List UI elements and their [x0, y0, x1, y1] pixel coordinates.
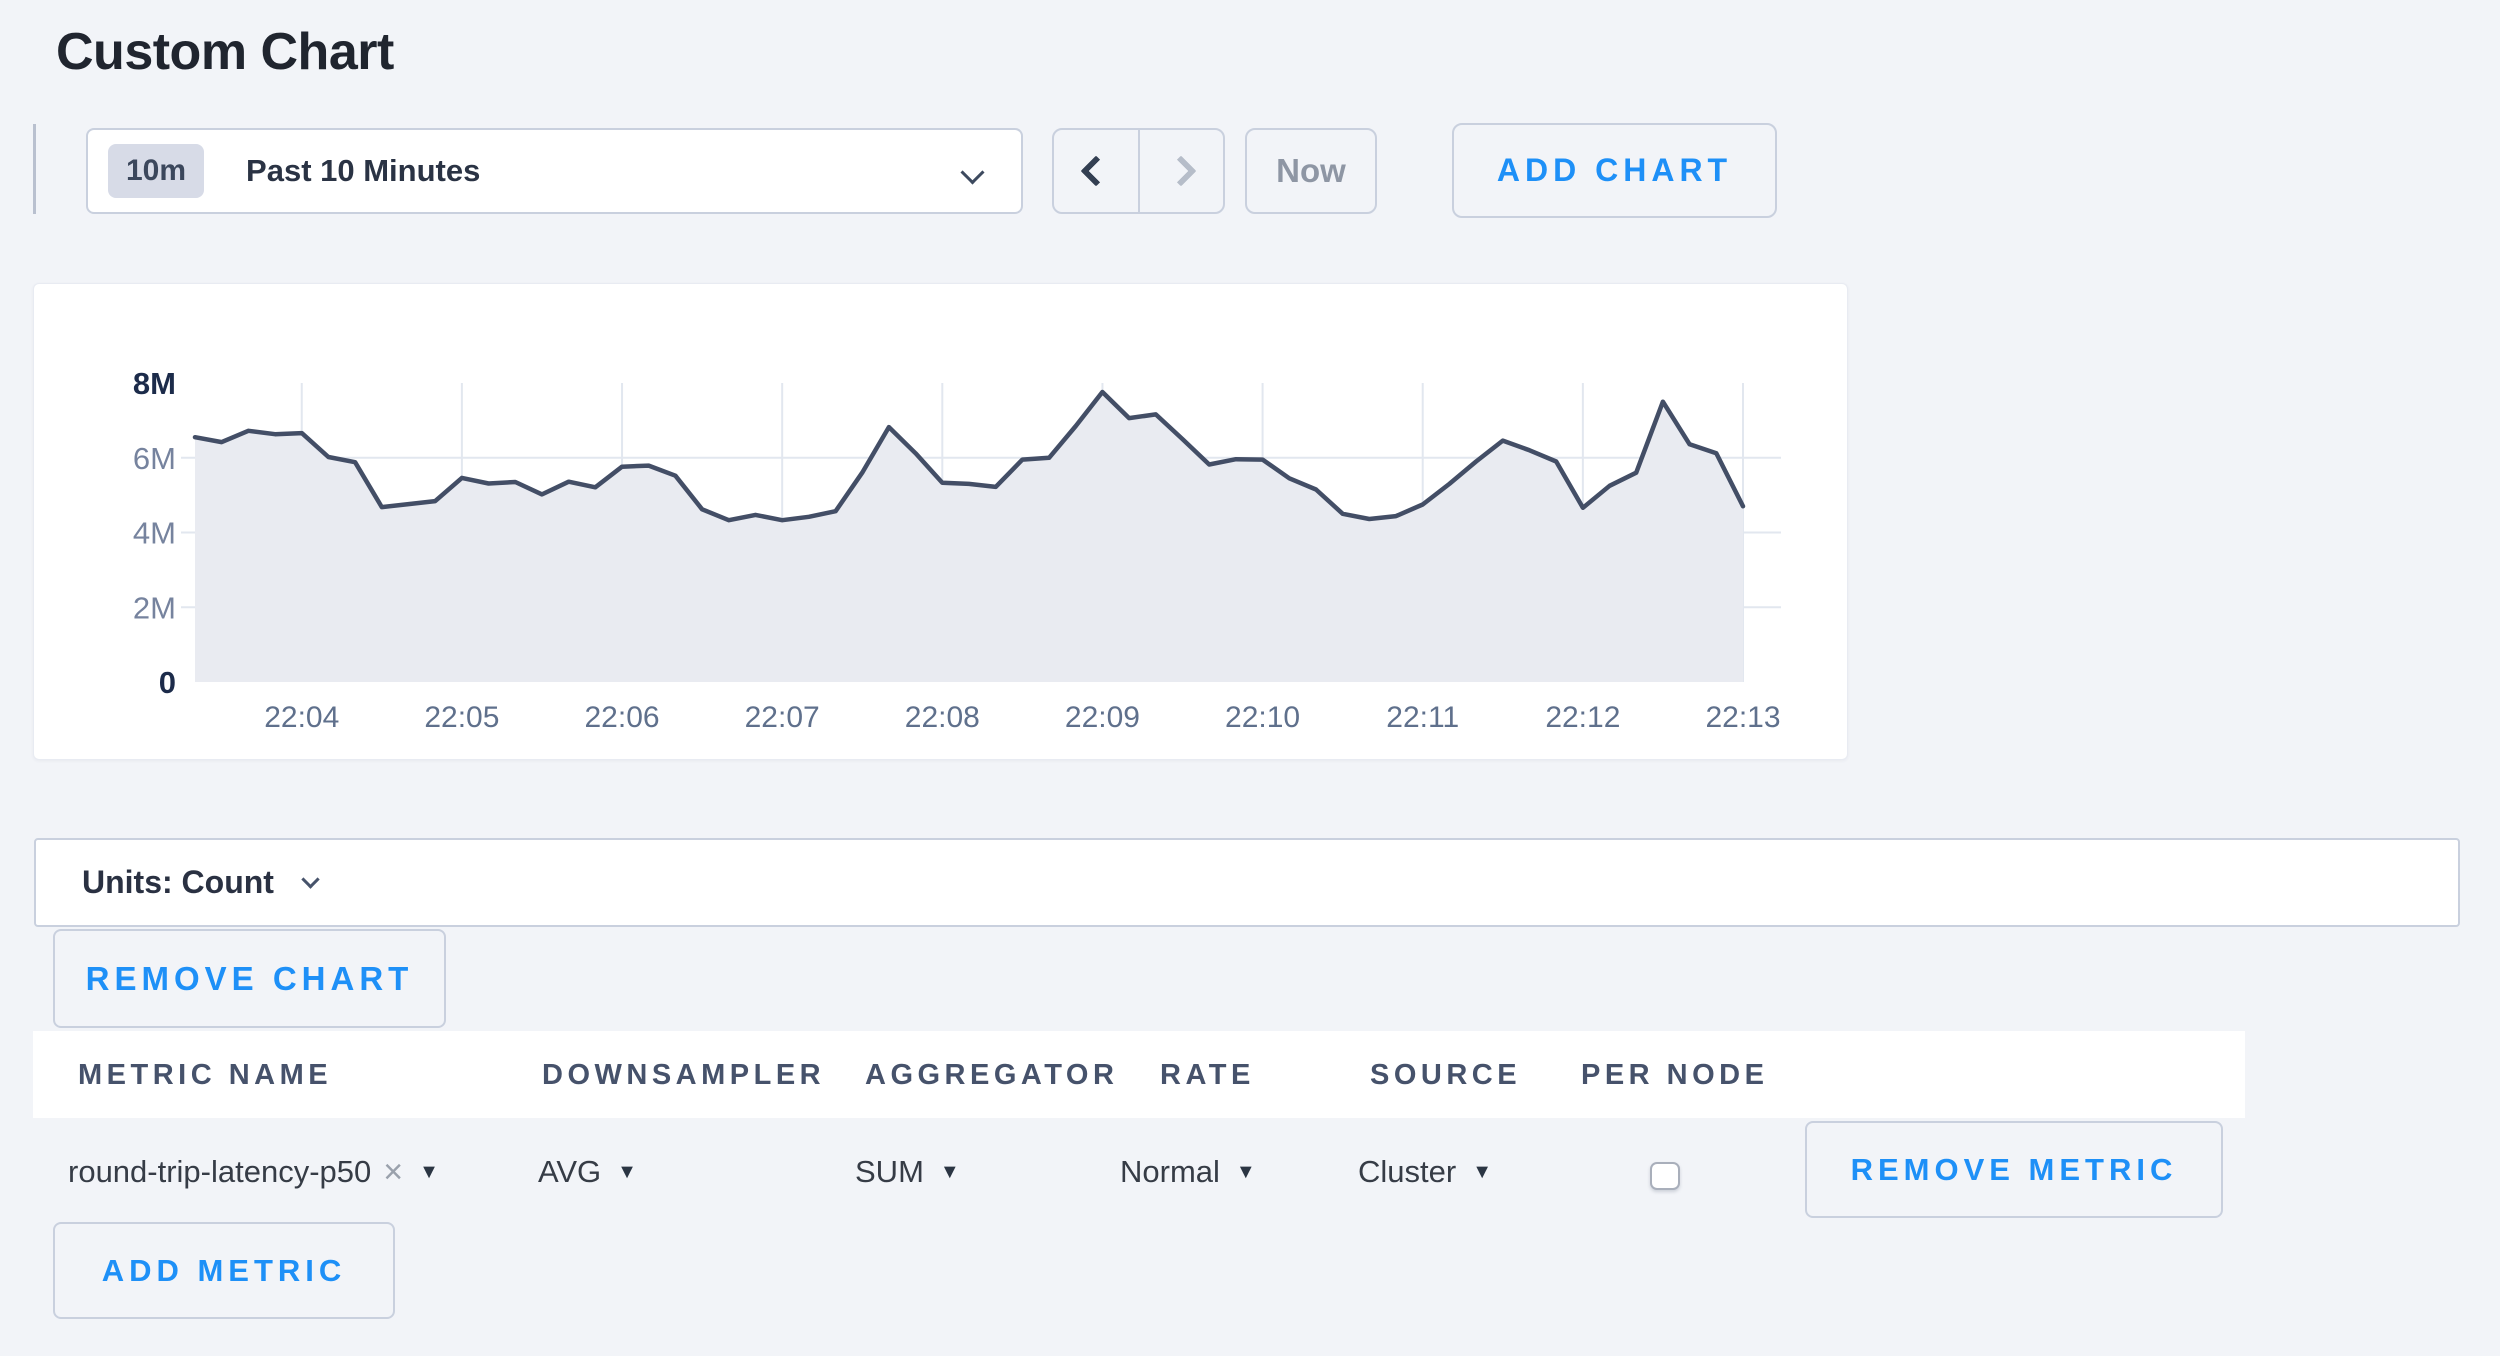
prev-range-button[interactable]: [1054, 130, 1138, 212]
svg-text:22:04: 22:04: [264, 701, 339, 734]
metrics-table-header: METRIC NAME DOWNSAMPLER AGGREGATOR RATE …: [33, 1031, 2245, 1118]
rate-value: Normal: [1120, 1154, 1220, 1190]
metric-name-select[interactable]: round-trip-latency-p50 × ▼: [68, 1154, 439, 1190]
col-downsampler: DOWNSAMPLER: [542, 1059, 825, 1092]
next-range-button[interactable]: [1140, 130, 1224, 212]
svg-text:22:12: 22:12: [1545, 701, 1620, 734]
chevron-down-icon: [960, 160, 984, 184]
svg-text:22:13: 22:13: [1705, 701, 1780, 734]
svg-text:22:07: 22:07: [745, 701, 820, 734]
svg-text:22:08: 22:08: [905, 701, 980, 734]
svg-text:6M: 6M: [133, 441, 176, 476]
svg-text:22:06: 22:06: [584, 701, 659, 734]
svg-text:2M: 2M: [133, 590, 176, 625]
units-label: Units: Count: [82, 864, 274, 901]
col-metric-name: METRIC NAME: [78, 1059, 332, 1092]
toolbar-accent-divider: [33, 124, 36, 214]
caret-down-icon: ▼: [940, 1161, 960, 1184]
add-chart-button[interactable]: ADD CHART: [1452, 123, 1777, 218]
source-select[interactable]: Cluster ▼: [1358, 1154, 1492, 1190]
time-pager: [1052, 128, 1225, 214]
caret-down-icon: ▼: [1472, 1161, 1492, 1184]
col-per-node: PER NODE: [1581, 1059, 1768, 1092]
col-aggregator: AGGREGATOR: [865, 1059, 1118, 1092]
remove-metric-button[interactable]: REMOVE METRIC: [1805, 1121, 2223, 1218]
chevron-right-icon: [1166, 155, 1197, 186]
time-range-dropdown[interactable]: 10m Past 10 Minutes: [86, 128, 1023, 214]
downsampler-select[interactable]: AVG ▼: [538, 1154, 637, 1190]
aggregator-value: SUM: [855, 1154, 924, 1190]
chevron-left-icon: [1080, 155, 1111, 186]
time-range-badge: 10m: [108, 144, 204, 198]
custom-chart-page: Custom Chart 10m Past 10 Minutes Now ADD…: [0, 0, 2500, 1356]
latency-chart: 0 2M 4M 6M 8M 22:04 22:05 22:06 22:07 22:08 22:09 2…: [34, 284, 1849, 759]
svg-text:22:11: 22:11: [1386, 701, 1459, 734]
add-metric-button[interactable]: ADD METRIC: [53, 1222, 395, 1319]
svg-text:8M: 8M: [133, 366, 176, 401]
svg-text:22:10: 22:10: [1225, 701, 1300, 734]
downsampler-value: AVG: [538, 1154, 601, 1190]
svg-text:0: 0: [159, 665, 176, 700]
caret-down-icon: ▼: [1236, 1161, 1256, 1184]
units-dropdown[interactable]: Units: Count: [34, 838, 2460, 927]
per-node-checkbox[interactable]: [1650, 1162, 1680, 1190]
metric-name-value: round-trip-latency-p50: [68, 1154, 371, 1190]
aggregator-select[interactable]: SUM ▼: [855, 1154, 960, 1190]
close-icon[interactable]: ×: [383, 1155, 403, 1189]
svg-text:4M: 4M: [133, 516, 176, 551]
remove-chart-button[interactable]: REMOVE CHART: [53, 929, 446, 1028]
chevron-down-icon: [301, 870, 319, 888]
chart-card: 0 2M 4M 6M 8M 22:04 22:05 22:06 22:07 22:08 22:09 2…: [33, 283, 1848, 760]
caret-down-icon: ▼: [419, 1161, 439, 1184]
time-range-label: Past 10 Minutes: [246, 153, 480, 189]
rate-select[interactable]: Normal ▼: [1120, 1154, 1256, 1190]
caret-down-icon: ▼: [617, 1161, 637, 1184]
source-value: Cluster: [1358, 1154, 1456, 1190]
col-rate: RATE: [1160, 1059, 1255, 1092]
svg-text:22:05: 22:05: [424, 701, 499, 734]
now-button[interactable]: Now: [1245, 128, 1377, 214]
svg-text:22:09: 22:09: [1065, 701, 1140, 734]
col-source: SOURCE: [1370, 1059, 1521, 1092]
page-title: Custom Chart: [56, 22, 394, 82]
